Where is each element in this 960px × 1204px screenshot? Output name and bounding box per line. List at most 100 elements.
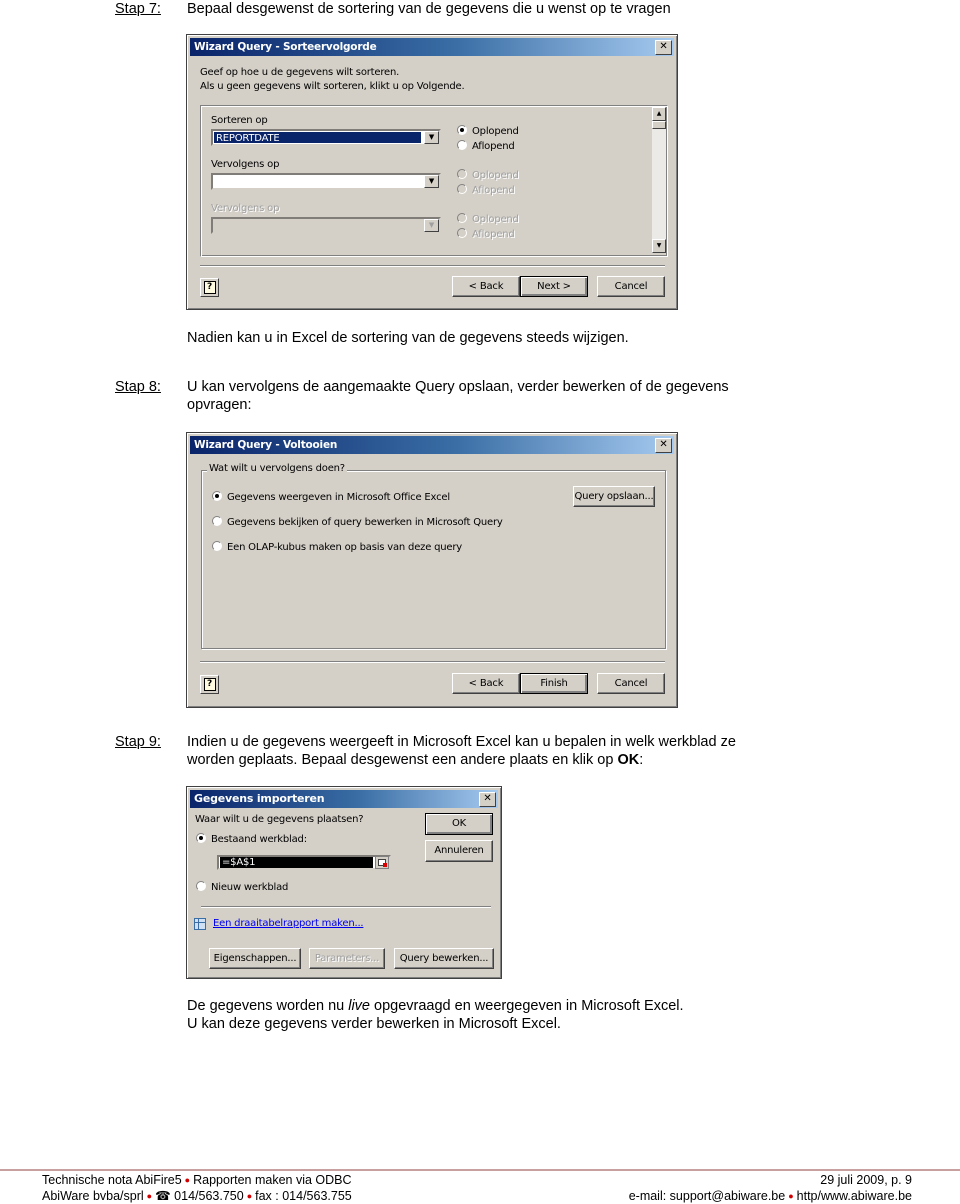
radio-icon — [196, 881, 206, 891]
step-9-text-line2: worden geplaats. Bepaal desgewenst een a… — [187, 752, 644, 768]
help-button[interactable]: ? — [200, 278, 219, 297]
next-button[interactable]: Next > — [520, 276, 588, 297]
sort-dialog-titlebar: Wizard Query - Sorteervolgorde ✕ — [190, 38, 674, 56]
sort-intro-line2: Als u geen gegevens wilt sorteren, klikt… — [200, 81, 465, 92]
sort-order-dialog: Wizard Query - Sorteervolgorde ✕ Geef op… — [186, 34, 678, 310]
import-question: Waar wilt u de gegevens plaatsen? — [195, 814, 364, 825]
radio-icon — [457, 184, 467, 194]
ok-button[interactable]: OK — [425, 813, 493, 835]
cancel-button[interactable]: Cancel — [597, 276, 665, 297]
create-pivot-report-link[interactable]: Een draaitabelrapport maken... — [213, 918, 364, 929]
divider — [201, 906, 491, 908]
step-8-text-line1: U kan vervolgens de aangemaakte Query op… — [187, 379, 729, 395]
footer-right-line1: 29 juli 2009, p. 9 — [820, 1173, 912, 1187]
sort2-value — [214, 176, 421, 187]
step-7-label: Stap 7: — [115, 1, 161, 17]
sort1-label: Sorteren op — [211, 115, 268, 126]
sort2-ascending-radio[interactable]: Oplopend — [457, 169, 519, 182]
cell-reference-value: =$A$1 — [220, 857, 373, 868]
dropdown-arrow-icon[interactable]: ▼ — [424, 131, 439, 144]
import-data-dialog: Gegevens importeren ✕ Waar wilt u de geg… — [186, 786, 502, 979]
footer-website: http/www.abiware.be — [796, 1189, 912, 1203]
footer-left-line1: Technische nota AbiFire5 ● Rapporten maken… — [42, 1173, 352, 1187]
back-button[interactable]: < Back — [452, 673, 520, 694]
option-show-in-excel-radio[interactable]: Gegevens weergeven in Microsoft Office E… — [212, 491, 450, 504]
sort2-label: Vervolgens op — [211, 159, 280, 170]
sort1-ascending-radio[interactable]: Oplopend — [457, 125, 519, 138]
save-query-button[interactable]: Query opslaan... — [573, 486, 655, 507]
sort3-ascending-radio[interactable]: Oplopend — [457, 213, 519, 226]
properties-button[interactable]: Eigenschappen... — [209, 948, 301, 969]
sort2-descending-radio[interactable]: Aflopend — [457, 184, 515, 197]
import-dialog-title: Gegevens importeren — [194, 792, 325, 805]
radio-icon — [457, 169, 467, 179]
finish-dialog-titlebar: Wizard Query - Voltooien ✕ — [190, 436, 674, 454]
help-button[interactable]: ? — [200, 675, 219, 694]
option-edit-in-query-radio[interactable]: Gegevens bekijken of query bewerken in M… — [212, 516, 503, 529]
option-olap-cube-radio[interactable]: Een OLAP-kubus maken op basis van deze q… — [212, 541, 462, 554]
dropdown-arrow-icon[interactable]: ▼ — [424, 175, 439, 188]
sort3-value — [214, 220, 421, 231]
step-8-text-line2: opvragen: — [187, 397, 252, 413]
step-7-note: Nadien kan u in Excel de sortering van d… — [187, 330, 629, 346]
bullet-icon: ● — [788, 1191, 794, 1201]
bullet-icon: ● — [146, 1191, 153, 1201]
radio-icon — [457, 213, 467, 223]
radio-icon — [212, 541, 222, 551]
scroll-thumb[interactable] — [652, 121, 666, 129]
existing-sheet-radio[interactable]: Bestaand werkblad: — [196, 833, 307, 846]
live-emphasis: live — [348, 998, 370, 1014]
step-9-label: Stap 9: — [115, 734, 161, 750]
radio-selected-icon — [212, 491, 222, 501]
step-7-text: Bepaal desgewenst de sortering van de ge… — [187, 1, 671, 17]
sort1-descending-radio[interactable]: Aflopend — [457, 140, 515, 153]
cancel-button[interactable]: Annuleren — [425, 840, 493, 862]
closing-line2: U kan deze gegevens verder bewerken in M… — [187, 1016, 561, 1032]
divider — [200, 265, 665, 267]
close-icon[interactable]: ✕ — [655, 438, 672, 453]
pivot-table-icon — [194, 918, 206, 930]
cell-reference-input[interactable]: =$A$1 — [217, 855, 391, 870]
scroll-up-icon[interactable]: ▲ — [652, 107, 666, 121]
sort-intro-line1: Geef op hoe u de gegevens wilt sorteren. — [200, 67, 400, 78]
parameters-button[interactable]: Parameters... — [309, 948, 385, 969]
sort3-label: Vervolgens op — [211, 203, 280, 214]
footer-left-line2: AbiWare bvba/sprl ● ☎ 014/563.750 ● fax : 01… — [42, 1189, 352, 1203]
bullet-icon: ● — [184, 1175, 191, 1185]
sort3-descending-radio[interactable]: Aflopend — [457, 228, 515, 241]
radio-selected-icon — [196, 833, 206, 843]
ok-emphasis: OK — [617, 752, 640, 768]
new-sheet-radio[interactable]: Nieuw werkblad — [196, 881, 288, 894]
import-dialog-titlebar: Gegevens importeren ✕ — [190, 790, 498, 808]
phone-icon: ☎ — [155, 1189, 171, 1203]
finish-dialog-title: Wizard Query - Voltooien — [194, 439, 338, 451]
finish-button[interactable]: Finish — [520, 673, 588, 694]
sort-scrollbar[interactable]: ▲ ▼ — [652, 107, 666, 253]
step-9-text-line1: Indien u de gegevens weergeeft in Micros… — [187, 734, 736, 750]
collapse-dialog-icon[interactable] — [375, 856, 389, 869]
sort1-value: REPORTDATE — [214, 132, 421, 144]
radio-icon — [457, 140, 467, 150]
help-icon: ? — [203, 281, 216, 294]
close-icon[interactable]: ✕ — [655, 40, 672, 55]
sort-criteria-panel: Sorteren op REPORTDATE ▼ Oplopend Aflope… — [200, 105, 668, 257]
bullet-icon: ● — [246, 1191, 253, 1201]
scroll-down-icon[interactable]: ▼ — [652, 239, 666, 253]
closing-line1: De gegevens worden nu live opgevraagd en… — [187, 998, 684, 1014]
back-button[interactable]: < Back — [452, 276, 520, 297]
sort1-combobox[interactable]: REPORTDATE ▼ — [211, 129, 441, 146]
next-action-groupbox: Wat wilt u vervolgens doen? Gegevens wee… — [201, 463, 666, 649]
radio-icon — [212, 516, 222, 526]
sort-dialog-title: Wizard Query - Sorteervolgorde — [194, 41, 377, 53]
footer-right-line2: e-mail: support@abiware.be ● http/www.abiw… — [629, 1188, 912, 1204]
close-icon[interactable]: ✕ — [479, 792, 496, 807]
cancel-button[interactable]: Cancel — [597, 673, 665, 694]
radio-icon — [457, 228, 467, 238]
radio-selected-icon — [457, 125, 467, 135]
dropdown-arrow-icon[interactable]: ▼ — [424, 219, 439, 232]
sort3-combobox[interactable]: ▼ — [211, 217, 441, 234]
finish-dialog: Wizard Query - Voltooien ✕ Wat wilt u ve… — [186, 432, 678, 708]
edit-query-button[interactable]: Query bewerken... — [394, 948, 494, 969]
footer-email: e-mail: support@abiware.be — [628, 1189, 786, 1203]
sort2-combobox[interactable]: ▼ — [211, 173, 441, 190]
